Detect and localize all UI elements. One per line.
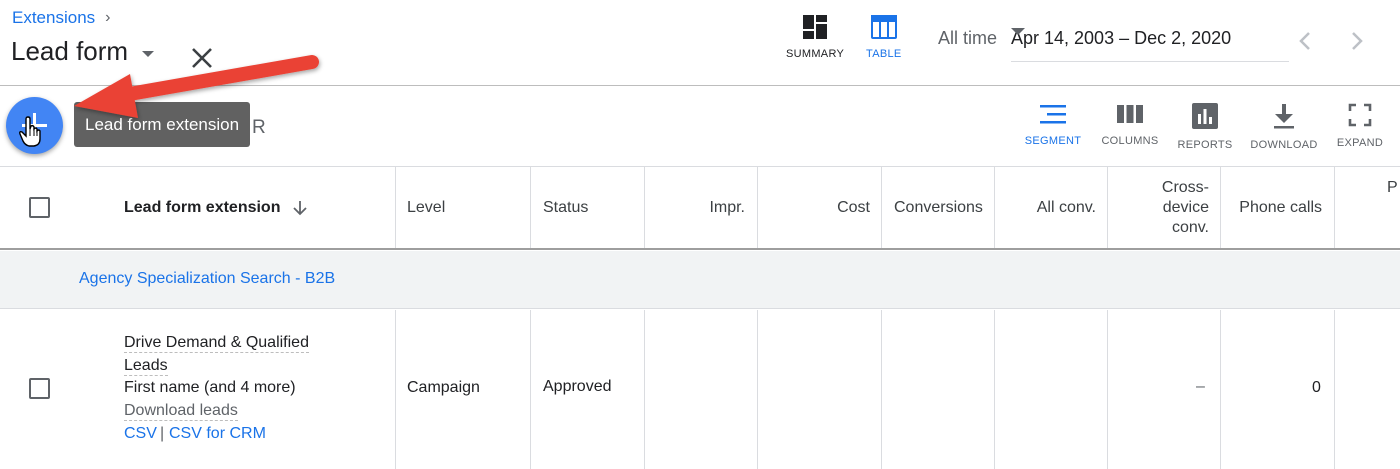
expand-button[interactable]: EXPAND [1320,103,1400,149]
table-row: Drive Demand & Qualified Leads First nam… [0,310,1400,469]
column-divider [1334,167,1335,248]
column-header-cost[interactable]: Cost [763,167,870,248]
filter-text: R [252,117,266,138]
column-divider [881,310,882,469]
chevron-right-icon: › [105,9,111,26]
status-cell: Approved [543,378,612,395]
csv-download-link[interactable]: CSV [124,425,157,443]
column-divider [530,310,531,469]
table-label: TABLE [866,48,902,60]
expand-label: EXPAND [1336,137,1384,149]
column-divider [994,167,995,248]
table-toolbar: R Lead form extension SEGMENT COLUMNS RE… [0,87,1400,167]
page-title[interactable]: Lead form [11,36,155,67]
date-range-text: Apr 14, 2003 – Dec 2, 2020 [1011,28,1232,48]
extension-headline-line1[interactable]: Drive Demand & Qualified [124,334,309,353]
column-header-conversions[interactable]: Conversions [894,167,990,248]
column-header-status-label: Status [543,198,589,216]
reports-button[interactable]: REPORTS [1165,103,1245,151]
hand-cursor-icon [19,116,41,147]
caret-down-icon [142,50,155,57]
reports-label: REPORTS [1177,139,1233,151]
columns-button[interactable]: COLUMNS [1090,103,1170,147]
extension-fields: First name (and 4 more) [124,379,296,396]
date-range-picker[interactable]: All time Apr 14, 2003 – Dec 2, 2020 [938,28,1289,62]
link-separator: | [160,425,165,442]
campaign-group-link[interactable]: Agency Specialization Search - B2B [79,270,335,288]
column-header-extension-label: Lead form extension [124,198,281,216]
download-icon [1274,104,1294,129]
columns-label: COLUMNS [1101,135,1159,147]
download-label: DOWNLOAD [1250,139,1318,151]
tooltip: Lead form extension [74,102,251,147]
column-header-status[interactable]: Status [543,167,638,248]
column-divider [395,310,396,469]
column-divider [757,167,758,248]
breadcrumb: Extensions › [12,8,111,28]
level-cell: Campaign [407,379,480,396]
segment-icon [1040,105,1066,124]
arrow-down-icon [293,200,308,215]
bar-chart-icon [1192,103,1218,129]
column-divider [1107,167,1108,248]
column-header-all-conv[interactable]: All conv. [1000,167,1096,248]
table-icon [870,15,897,39]
caret-down-icon[interactable] [1011,28,1025,35]
column-header-conversions-label: Conversions [894,198,983,216]
column-divider [1107,310,1108,469]
select-all-checkbox[interactable] [29,197,50,218]
column-header-next-label: P [1387,178,1398,196]
chevron-left-icon[interactable] [1296,30,1316,52]
download-button[interactable]: DOWNLOAD [1244,103,1324,151]
phone-calls-cell: 0 [1312,379,1321,396]
column-divider [1220,167,1221,248]
column-divider [1220,310,1221,469]
summary-view-button[interactable]: SUMMARY [786,14,844,60]
column-header-cross-device-line3: conv. [1171,218,1209,236]
column-header-phone-calls[interactable]: Phone calls [1226,167,1322,248]
column-header-level-label: Level [407,198,446,216]
column-divider [757,310,758,469]
column-divider [644,310,645,469]
table-view-button[interactable]: TABLE [866,14,902,60]
column-header-cross-device-line2: device [1162,198,1209,216]
segment-label: SEGMENT [1024,135,1082,147]
column-divider [881,167,882,248]
breadcrumb-extensions-link[interactable]: Extensions [12,8,95,28]
cross-device-conv-cell: – [1196,378,1205,395]
column-header-impr[interactable]: Impr. [650,167,745,248]
column-header-level[interactable]: Level [407,167,517,248]
campaign-group-row: Agency Specialization Search - B2B [0,251,1400,309]
columns-icon [1117,105,1143,123]
column-header-cross-device-conv[interactable]: Cross- device conv. [1113,167,1209,248]
page-title-text: Lead form [11,36,129,66]
column-header-next[interactable]: P [1387,147,1400,228]
column-header-all-conv-label: All conv. [1036,198,1096,216]
download-leads-label: Download leads [124,402,238,421]
column-header-cross-device-line1: Cross- [1161,178,1209,196]
column-header-impr-label: Impr. [709,198,745,216]
column-divider [994,310,995,469]
summary-label: SUMMARY [786,48,845,60]
column-header-cost-label: Cost [837,198,870,216]
chevron-right-icon[interactable] [1346,30,1366,52]
column-divider [1334,310,1335,469]
column-header-phone-calls-label: Phone calls [1239,198,1322,216]
csv-for-crm-link[interactable]: CSV for CRM [169,425,266,443]
row-checkbox[interactable] [29,378,50,399]
column-divider [530,167,531,248]
column-divider [644,167,645,248]
extension-headline-line2[interactable]: Leads [124,357,168,376]
fullscreen-icon [1348,103,1372,127]
table-header: Lead form extension Level Status Impr. C… [0,167,1400,250]
column-header-extension[interactable]: Lead form extension [124,167,384,248]
segment-button[interactable]: SEGMENT [1013,103,1093,147]
close-icon[interactable] [188,44,216,72]
page-header: Extensions › Lead form SUMMARY TABLE All… [0,0,1400,86]
dashboard-icon [803,15,828,39]
date-range-field[interactable]: Apr 14, 2003 – Dec 2, 2020 [1011,28,1289,62]
date-preset: All time [938,28,998,48]
column-divider [395,167,396,248]
